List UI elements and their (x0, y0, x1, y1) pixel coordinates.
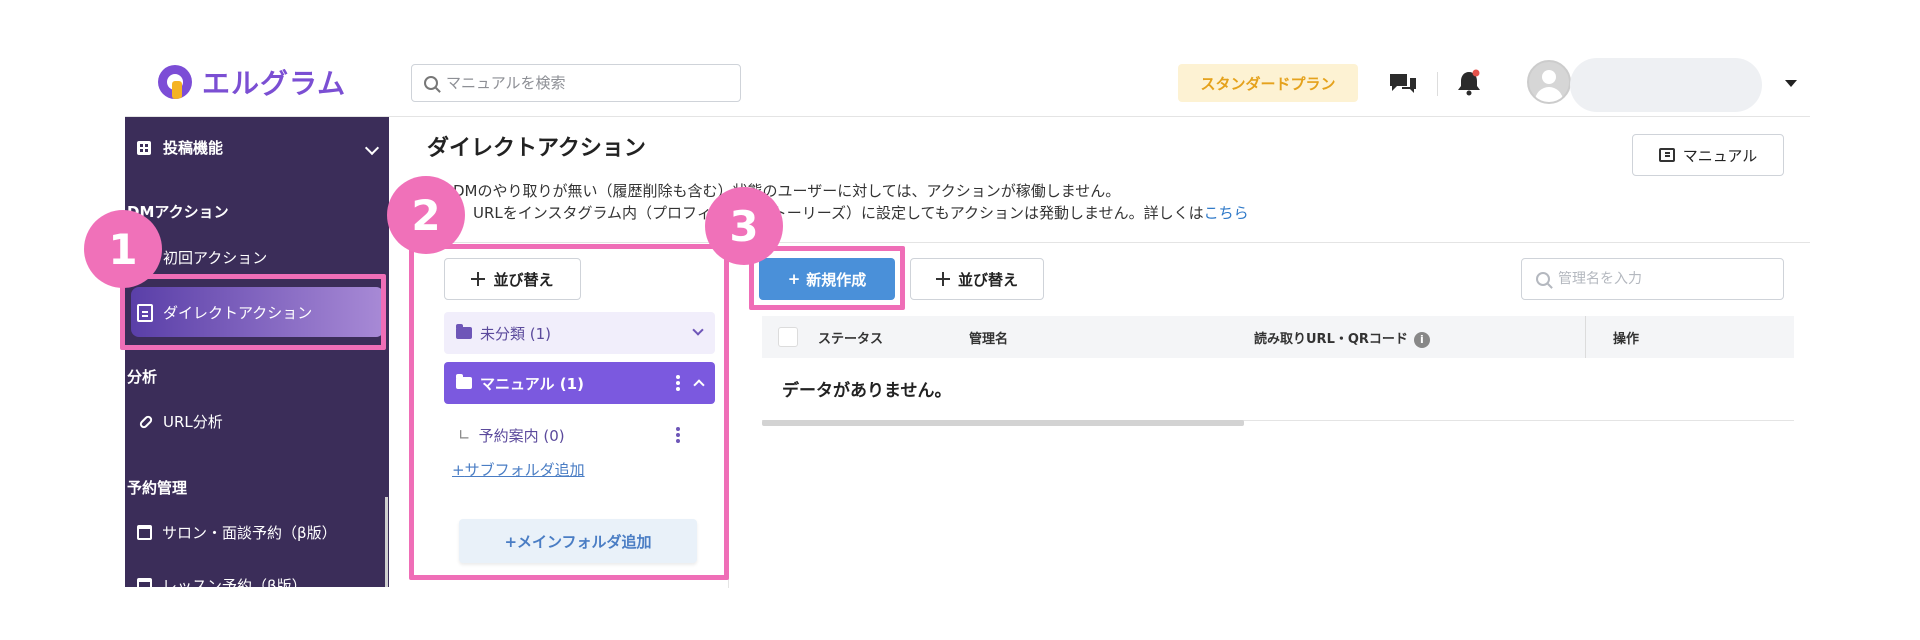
link-icon (138, 413, 154, 430)
notice-line-1: DMのやり取りが無い（履歴削除も含む）状態のユーザーに対しては、アクションが稼働… (453, 182, 1121, 200)
highlight-box-sidebar (120, 274, 386, 350)
callout-number-3: 3 (705, 187, 783, 265)
callout-number-2: 2 (387, 176, 465, 254)
plan-badge[interactable]: スタンダードプラン (1178, 64, 1358, 102)
calendar-icon (137, 578, 152, 587)
app-logo[interactable]: エルグラム (158, 62, 346, 102)
column-header-name[interactable]: 管理名 (969, 328, 1008, 347)
sidebar-item-salon-reservation[interactable]: サロン・面談予約（β版） (137, 522, 337, 543)
sidebar-item-first-action[interactable]: 初回アクション (163, 247, 267, 268)
sidebar-item-lesson-reservation[interactable]: レッスン予約（β版） (137, 575, 307, 587)
page-title: ダイレクトアクション (427, 136, 646, 161)
chat-icon[interactable] (1388, 70, 1418, 96)
sidebar-group-reservation: 予約管理 (127, 479, 188, 497)
column-separator (1585, 316, 1586, 358)
search-icon (424, 76, 438, 90)
manual-search-input[interactable] (446, 74, 726, 92)
empty-state-message: データがありません。 (782, 381, 952, 401)
grid-icon (137, 140, 151, 155)
action-sort-button[interactable]: 並び替え (910, 258, 1044, 300)
action-search-input[interactable] (1558, 271, 1773, 287)
chevron-down-icon[interactable] (364, 140, 380, 155)
sidebar-item-label: レッスン予約（β版） (162, 577, 307, 587)
table-header: ステータス 管理名 読み取りURL・QRコード i 操作 (762, 316, 1794, 358)
notice-line-2: URLをインスタグラム内（プロフィール・ストーリーズ）に設定してもアクションは発… (473, 202, 1249, 223)
bell-icon[interactable] (1456, 68, 1482, 96)
avatar-icon[interactable] (1527, 60, 1571, 104)
sidebar-item-label: 初回アクション (163, 249, 268, 267)
highlight-box-new-button (749, 246, 905, 310)
info-icon[interactable]: i (1413, 331, 1430, 348)
column-header-status[interactable]: ステータス (818, 328, 883, 347)
select-all-checkbox[interactable] (778, 327, 798, 347)
sidebar-item-url-analysis[interactable]: URL分析 (138, 411, 223, 432)
column-header-url[interactable]: 読み取りURL・QRコード i (1254, 328, 1430, 348)
book-icon (1658, 148, 1675, 162)
action-search-box[interactable] (1521, 258, 1784, 300)
sidebar-group-analysis: 分析 (127, 368, 158, 386)
sidebar-item-posting[interactable]: 投稿機能 (137, 137, 380, 158)
move-icon (935, 272, 950, 286)
manual-search-box[interactable] (411, 64, 741, 102)
calendar-icon (137, 525, 152, 540)
manual-button[interactable]: マニュアル (1632, 134, 1784, 176)
logo-mark-icon (158, 65, 192, 99)
user-menu-caret-icon[interactable] (1785, 80, 1797, 87)
sidebar-item-label: 投稿機能 (163, 139, 224, 157)
sidebar-item-label: サロン・面談予約（β版） (162, 524, 337, 542)
callout-number-1: 1 (84, 210, 162, 288)
manual-button-label: マニュアル (1682, 146, 1758, 165)
page: エルグラム スタンダードプラン 投稿機能 DMアクション 初回アクション (0, 0, 1920, 640)
sidebar: 投稿機能 DMアクション 初回アクション ダイレクトアクション 分析 URL分析… (125, 117, 389, 587)
highlight-box-folder-panel (409, 244, 729, 580)
search-icon (1536, 272, 1550, 286)
column-header-ops: 操作 (1613, 332, 1640, 347)
table-scrollbar[interactable] (762, 420, 1244, 426)
sidebar-item-label: URL分析 (163, 413, 223, 431)
sidebar-scrollbar[interactable] (385, 497, 388, 587)
content-divider (412, 242, 1810, 243)
notice-line-2-text: URLをインスタグラム内（プロフィール・ストーリーズ）に設定してもアクションは発… (473, 204, 1204, 222)
notice-details-link[interactable]: こちら (1204, 204, 1249, 222)
header-divider (1437, 72, 1438, 96)
user-name-pill[interactable] (1570, 58, 1762, 112)
column-header-url-label: 読み取りURL・QRコード (1254, 332, 1408, 347)
logo-text: エルグラム (202, 67, 347, 100)
action-sort-label: 並び替え (957, 270, 1018, 289)
